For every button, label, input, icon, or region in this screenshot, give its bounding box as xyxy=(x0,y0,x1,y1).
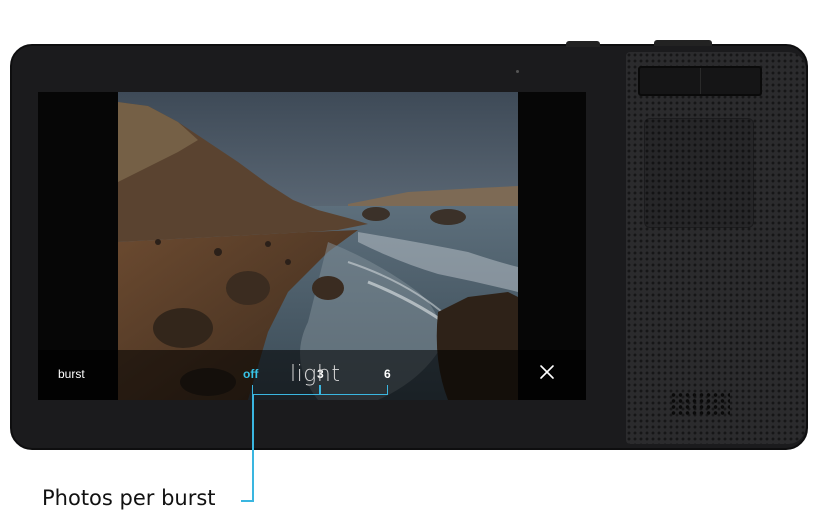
burst-option-6[interactable]: 6 xyxy=(384,367,391,381)
callout-leader-end xyxy=(241,500,254,502)
callout-bracket-tick xyxy=(319,385,321,395)
brand-logo: light xyxy=(290,362,341,387)
callout-caption: Photos per burst xyxy=(42,486,216,510)
speaker-grille xyxy=(670,392,730,416)
burst-label: burst xyxy=(58,367,85,381)
close-button[interactable] xyxy=(538,363,556,381)
close-icon xyxy=(540,365,554,379)
callout-leader-line xyxy=(252,395,254,501)
camera-grip xyxy=(626,52,806,444)
burst-option-off[interactable]: off xyxy=(243,367,258,381)
camera-screen: burst off 3 6 xyxy=(38,92,586,400)
top-button-large xyxy=(654,40,712,46)
shutter-button[interactable] xyxy=(638,66,762,96)
top-button-small xyxy=(566,41,600,47)
front-sensor xyxy=(516,70,519,73)
camera-body: burst off 3 6 xyxy=(10,44,808,450)
grip-pad xyxy=(644,118,754,228)
